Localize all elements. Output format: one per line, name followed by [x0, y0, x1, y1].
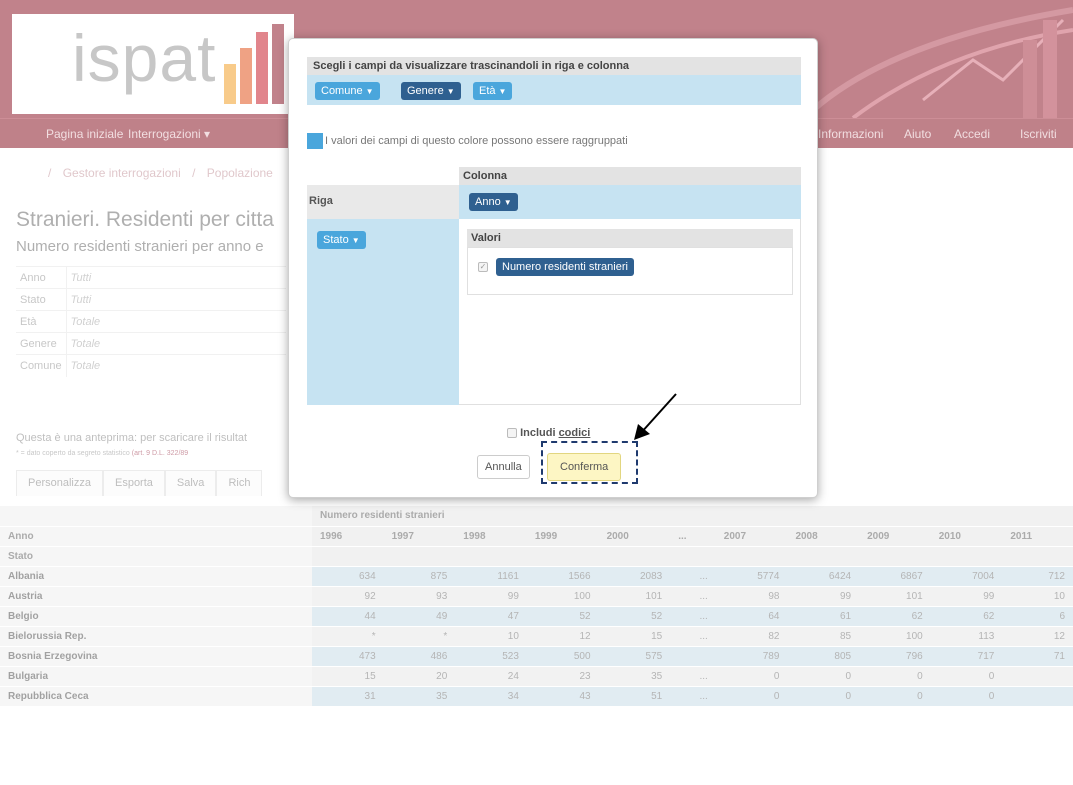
- confirm-highlight-marker: [541, 441, 638, 484]
- fields-title: Scegli i campi da visualizzare trascinan…: [307, 57, 801, 75]
- column-header: Colonna: [459, 167, 801, 185]
- groupable-legend-text: I valori dei campi di questo colore poss…: [325, 135, 628, 147]
- field-eta-pill[interactable]: Età ▼: [473, 82, 513, 100]
- field-comune-label: Comune: [321, 85, 363, 97]
- available-fields-zone[interactable]: Comune ▼ Genere ▼ Età ▼: [307, 75, 801, 105]
- chevron-down-icon: ▼: [351, 236, 360, 245]
- value-field-checkbox[interactable]: ✓: [478, 262, 488, 272]
- field-eta-label: Età: [479, 85, 496, 97]
- pointer-arrow-icon: [634, 393, 677, 440]
- field-genere-label: Genere: [407, 85, 444, 97]
- field-comune-pill[interactable]: Comune ▼: [315, 82, 380, 100]
- row-drop-zone[interactable]: Stato ▼: [307, 219, 459, 405]
- field-genere-pill[interactable]: Genere ▼: [401, 82, 461, 100]
- pivot-layout-dialog: Scegli i campi da visualizzare trascinan…: [288, 38, 818, 498]
- column-drop-zone[interactable]: Anno ▼: [459, 185, 801, 219]
- row-header: Riga: [307, 185, 459, 219]
- cancel-button[interactable]: Annulla: [477, 455, 530, 479]
- field-anno-label: Anno: [475, 196, 501, 208]
- values-section: Valori ✓ Numero residenti stranieri: [459, 219, 801, 405]
- field-stato-label: Stato: [323, 234, 349, 246]
- groupable-color-swatch: [307, 133, 323, 149]
- values-drop-zone[interactable]: ✓ Numero residenti stranieri: [467, 247, 793, 295]
- pivot-layout-grid: Colonna Anno ▼ Riga Stato ▼ Valori ✓ Numer…: [307, 167, 801, 405]
- chevron-down-icon: ▼: [446, 87, 455, 96]
- include-codes-option[interactable]: Includi codici: [507, 427, 590, 439]
- values-header: Valori: [467, 229, 793, 247]
- chevron-down-icon: ▼: [498, 87, 507, 96]
- include-codes-link[interactable]: codici: [559, 427, 591, 439]
- include-codes-label: Includi: [520, 427, 559, 439]
- include-codes-checkbox[interactable]: [507, 428, 517, 439]
- chevron-down-icon: ▼: [503, 198, 512, 207]
- field-stato-pill[interactable]: Stato ▼: [317, 231, 366, 249]
- value-field-pill[interactable]: Numero residenti stranieri: [496, 258, 634, 276]
- field-anno-pill[interactable]: Anno ▼: [469, 193, 518, 211]
- chevron-down-icon: ▼: [365, 87, 374, 96]
